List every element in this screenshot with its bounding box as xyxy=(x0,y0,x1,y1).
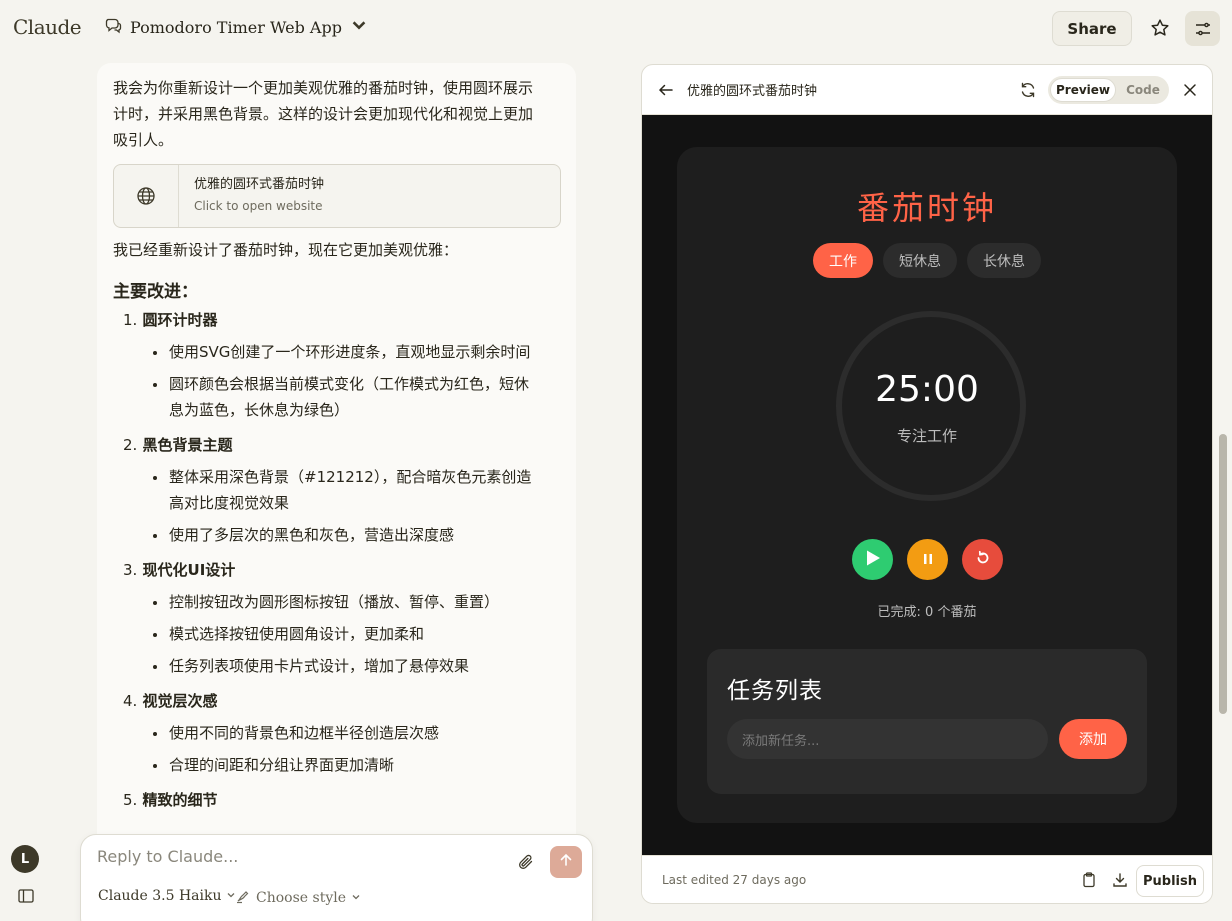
artifact-card-title: 优雅的圆环式番茄时钟 xyxy=(194,177,325,192)
section-number: 2. xyxy=(123,436,138,454)
last-edited-text: Last edited 27 days ago xyxy=(662,873,807,887)
play-button[interactable] xyxy=(852,539,893,580)
timer-display: 25:00 xyxy=(875,369,979,410)
section-title: 2. 黑色背景主题 xyxy=(113,432,543,458)
section-title: 5. 精致的细节 xyxy=(113,787,543,813)
section-title: 4. 视觉层次感 xyxy=(113,688,543,714)
improvement-section: 3. 现代化UI设计 控制按钮改为圆形图标按钮（播放、暂停、重置） 模式选择按钮使用… xyxy=(113,557,543,679)
chevron-down-icon xyxy=(351,890,361,906)
chevron-down-icon xyxy=(350,16,368,38)
assistant-message: 我会为你重新设计一个更加美观优雅的番茄时钟，使用圆环展示计时，并采用黑色背景。这… xyxy=(97,63,576,853)
bullet-item: 任务列表项使用卡片式设计，增加了悬停效果 xyxy=(113,653,543,679)
section-title-text: 现代化UI设计 xyxy=(142,561,236,579)
close-icon[interactable] xyxy=(1180,80,1200,100)
improvement-section: 1. 圆环计时器 使用SVG创建了一个环形进度条，直观地显示剩余时间 圆环颜色会根据… xyxy=(113,307,543,423)
refresh-icon[interactable] xyxy=(1018,80,1038,100)
artifact-card[interactable]: 优雅的圆环式番茄时钟 Click to open website xyxy=(113,164,561,228)
share-button[interactable]: Share xyxy=(1052,11,1132,46)
tab-code[interactable]: Code xyxy=(1119,78,1167,102)
style-label: Choose style xyxy=(256,890,346,906)
completed-count: 已完成: 0 个番茄 xyxy=(877,605,977,620)
section-number: 1. xyxy=(123,311,138,329)
sidebar-toggle-icon[interactable] xyxy=(17,888,35,904)
model-label: Claude 3.5 Haiku xyxy=(98,888,222,904)
reply-composer: Reply to Claude... Claude 3.5 Haiku Choo… xyxy=(80,834,593,921)
mode-button-long-break[interactable]: 长休息 xyxy=(967,243,1041,278)
task-list-title: 任务列表 xyxy=(727,678,823,704)
pause-button[interactable] xyxy=(907,539,948,580)
user-avatar[interactable]: L xyxy=(11,845,39,873)
chevron-down-icon xyxy=(226,888,236,904)
bullet-item: 模式选择按钮使用圆角设计，更加柔和 xyxy=(113,621,543,647)
artifact-panel-header: 优雅的圆环式番茄时钟 Preview Code xyxy=(642,65,1212,115)
download-icon[interactable] xyxy=(1111,871,1129,889)
bullet-item: 使用SVG创建了一个环形进度条，直观地显示剩余时间 xyxy=(113,339,543,365)
section-title: 1. 圆环计时器 xyxy=(113,307,543,333)
bullet-item: 使用了多层次的黑色和灰色，营造出深度感 xyxy=(113,522,543,548)
section-title: 3. 现代化UI设计 xyxy=(113,557,543,583)
bullet-item: 控制按钮改为圆形图标按钮（播放、暂停、重置） xyxy=(113,589,543,615)
mode-button-work[interactable]: 工作 xyxy=(813,243,873,278)
task-list-panel: 任务列表 添加新任务... 添加 xyxy=(707,649,1147,794)
pomodoro-app: 番茄时钟 工作 短休息 长休息 25:00 专注工作 已完成: 0 个番茄 任务… xyxy=(677,147,1177,823)
claude-logo[interactable]: Claude xyxy=(13,15,82,39)
improvement-section: 5. 精致的细节 xyxy=(113,787,543,813)
clipboard-icon[interactable] xyxy=(1080,871,1098,889)
pause-icon xyxy=(923,550,933,569)
play-icon xyxy=(865,549,881,571)
project-title: Pomodoro Timer Web App xyxy=(130,17,342,37)
section-title-text: 黑色背景主题 xyxy=(142,436,233,454)
back-arrow-icon[interactable] xyxy=(656,80,676,100)
artifact-card-subtitle: Click to open website xyxy=(194,199,323,213)
top-bar: Claude Pomodoro Timer Web App Share xyxy=(0,0,1232,56)
artifact-preview: 番茄时钟 工作 短休息 长休息 25:00 专注工作 已完成: 0 个番茄 任务… xyxy=(642,115,1212,855)
section-title-text: 圆环计时器 xyxy=(142,311,218,329)
bullet-item: 合理的间距和分组让界面更加清晰 xyxy=(113,752,543,778)
scrollbar-thumb[interactable] xyxy=(1219,434,1227,714)
globe-icon xyxy=(114,165,179,227)
pen-style-icon xyxy=(235,888,251,908)
send-button[interactable] xyxy=(550,846,582,878)
chat-bubble-icon xyxy=(104,16,122,38)
message-after-card: 我已经重新设计了番茄时钟，现在它更加美观优雅： xyxy=(113,241,459,259)
publish-button[interactable]: Publish xyxy=(1136,865,1204,897)
new-task-input[interactable]: 添加新任务... xyxy=(727,719,1048,759)
settings-sliders-icon[interactable] xyxy=(1185,11,1220,46)
pomodoro-title: 番茄时钟 xyxy=(856,189,997,227)
section-number: 3. xyxy=(123,561,138,579)
bullet-item: 整体采用深色背景（#121212），配合暗灰色元素创造高对比度视觉效果 xyxy=(113,464,543,516)
section-heading: 主要改进： xyxy=(113,282,198,302)
artifact-panel: 优雅的圆环式番茄时钟 Preview Code 番茄时钟 工作 短休息 长休息 … xyxy=(641,64,1213,904)
improvement-section: 2. 黑色背景主题整体采用深色背景（#121212），配合暗灰色元素创造高对比度… xyxy=(113,432,543,548)
reset-button[interactable] xyxy=(962,539,1003,580)
project-selector[interactable]: Pomodoro Timer Web App xyxy=(104,16,368,38)
section-title-text: 视觉层次感 xyxy=(142,692,218,710)
paperclip-icon[interactable] xyxy=(517,853,535,871)
tab-preview[interactable]: Preview xyxy=(1050,78,1116,102)
arrow-up-icon xyxy=(558,852,574,872)
bullet-item: 使用不同的背景色和边框半径创造层次感 xyxy=(113,720,543,746)
bullet-item: 圆环颜色会根据当前模式变化（工作模式为红色，短休息为蓝色，长休息为绿色） xyxy=(113,371,543,423)
star-icon[interactable] xyxy=(1147,15,1173,41)
model-selector[interactable]: Claude 3.5 Haiku xyxy=(98,888,236,904)
artifact-title: 优雅的圆环式番茄时钟 xyxy=(687,84,818,99)
timer-status: 专注工作 xyxy=(896,427,957,445)
reset-icon xyxy=(975,550,991,570)
mode-button-short-break[interactable]: 短休息 xyxy=(883,243,957,278)
style-selector[interactable]: Choose style xyxy=(235,888,361,908)
improvement-section: 4. 视觉层次感 使用不同的背景色和边框半径创造层次感 合理的间距和分组让界面更加清… xyxy=(113,688,543,778)
add-task-button[interactable]: 添加 xyxy=(1059,719,1127,759)
artifact-panel-footer: Last edited 27 days ago Publish xyxy=(642,855,1212,903)
section-number: 4. xyxy=(123,692,138,710)
section-title-text: 精致的细节 xyxy=(142,791,218,809)
section-number: 5. xyxy=(123,791,138,809)
message-intro: 我会为你重新设计一个更加美观优雅的番茄时钟，使用圆环展示计时，并采用黑色背景。这… xyxy=(113,79,534,149)
reply-input[interactable]: Reply to Claude... xyxy=(97,847,497,866)
preview-code-toggle: Preview Code xyxy=(1048,76,1169,104)
